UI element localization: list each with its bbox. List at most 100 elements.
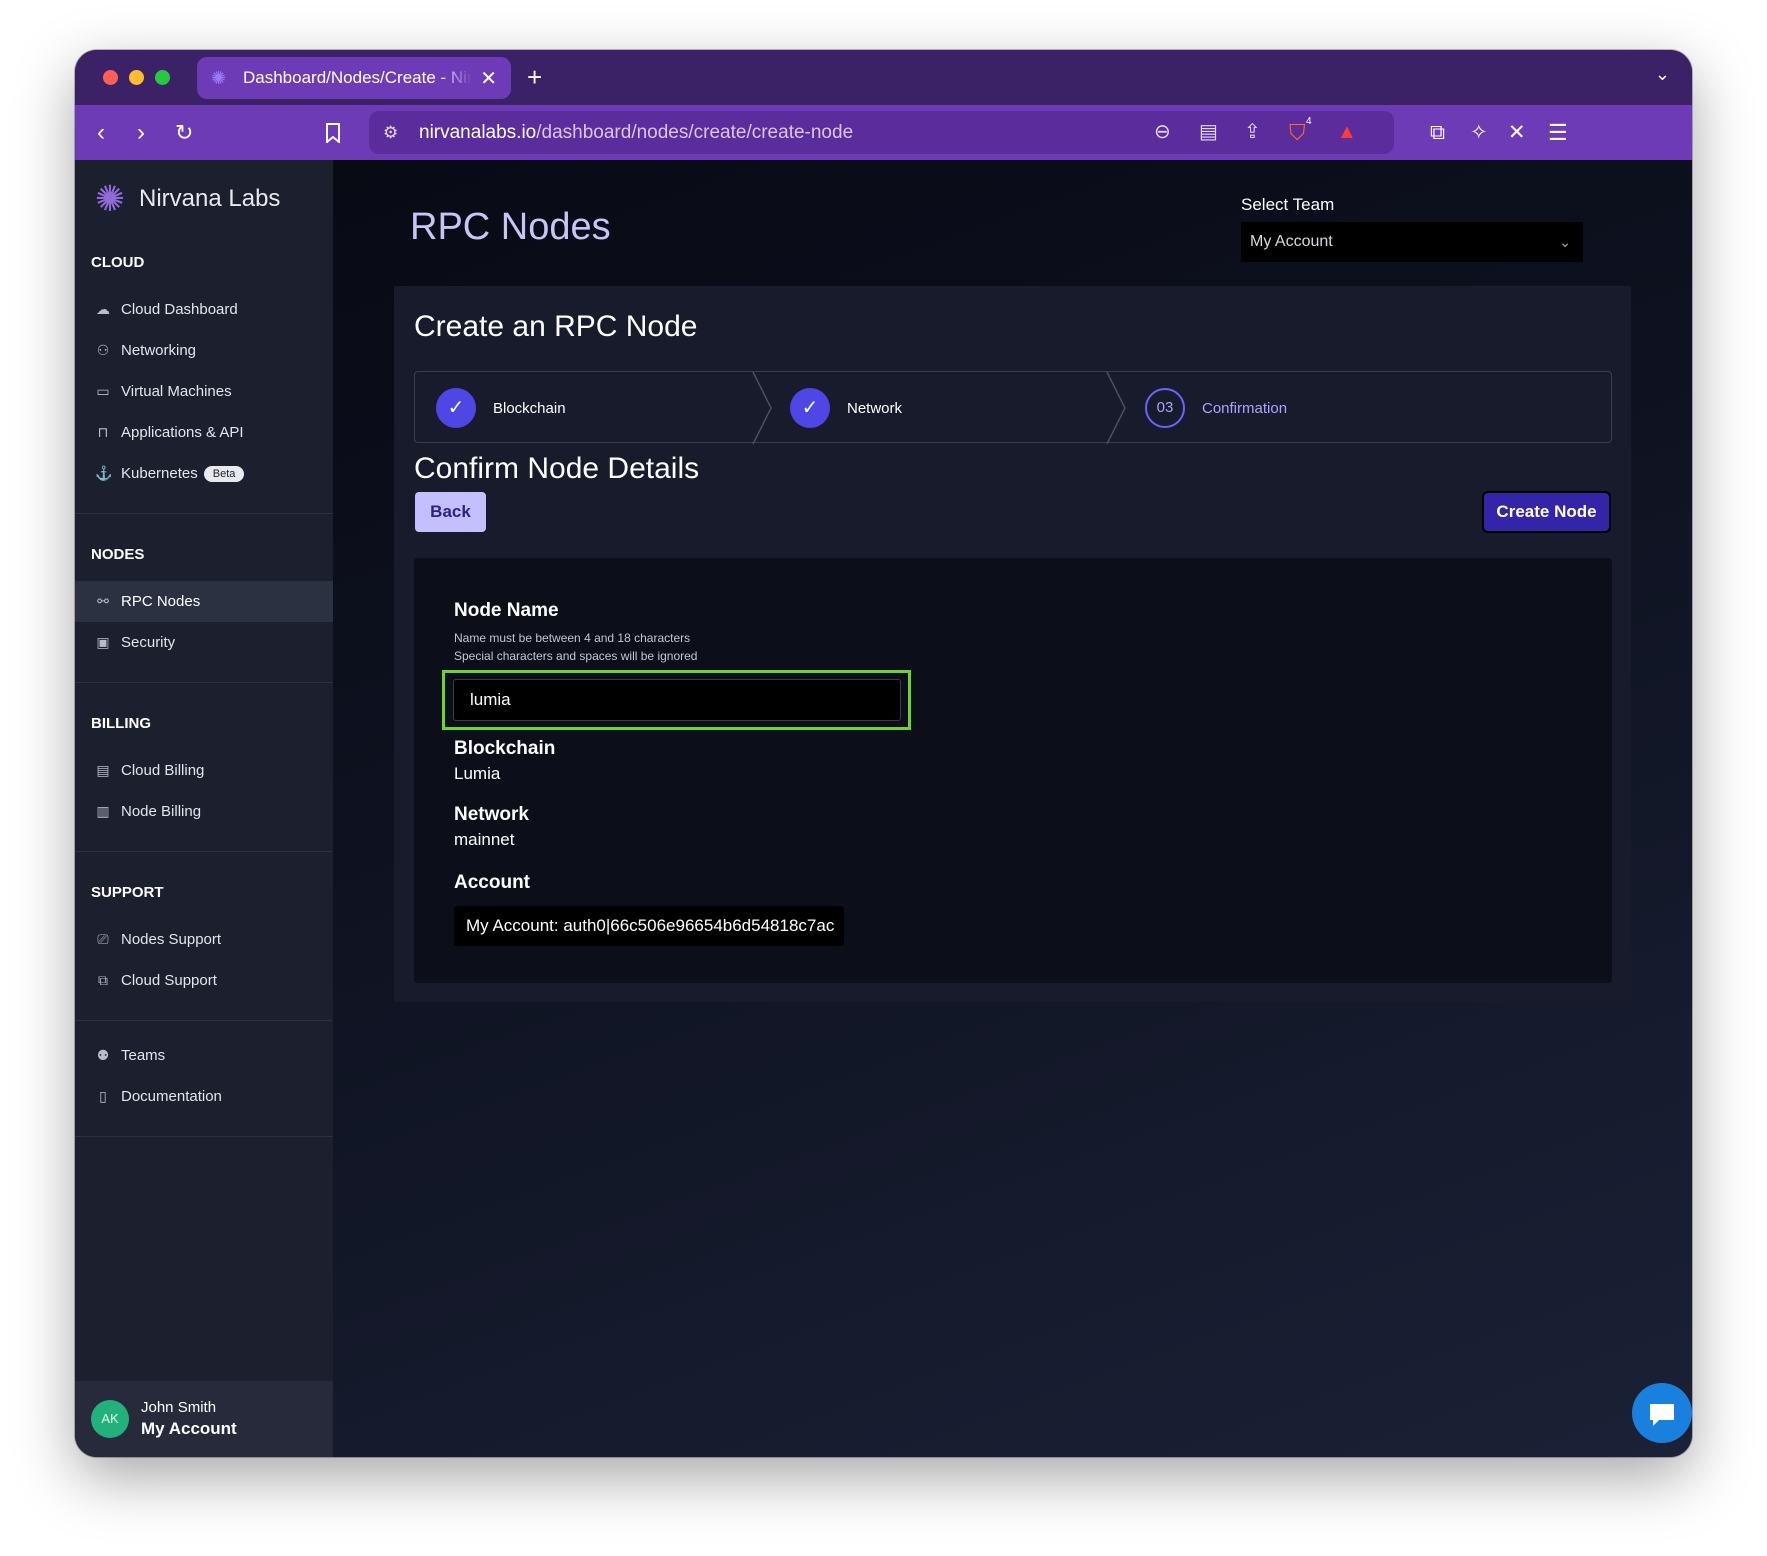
highlight-box bbox=[442, 670, 911, 730]
address-bar[interactable]: ⚙ nirvanalabs.io/dashboard/nodes/create/… bbox=[369, 111, 1394, 154]
team-select-value: My Account bbox=[1250, 233, 1333, 250]
brave-rewards-icon[interactable]: ▲ bbox=[1337, 111, 1357, 154]
sidebar-item-networking[interactable]: ⚇ Networking bbox=[75, 330, 333, 371]
profile-account: My Account bbox=[141, 1419, 237, 1438]
node-name-hint: Name must be between 4 and 18 characters bbox=[454, 631, 691, 645]
card-title: Create an RPC Node bbox=[414, 310, 698, 343]
network-label: Network bbox=[454, 804, 529, 825]
forward-nav-icon[interactable]: › bbox=[137, 105, 145, 160]
confirm-title: Confirm Node Details bbox=[414, 452, 700, 485]
sidebar-item-teams[interactable]: ⚉ Teams bbox=[75, 1035, 333, 1076]
back-nav-icon[interactable]: ‹ bbox=[97, 105, 105, 160]
sidebar-item-applications-api[interactable]: ⊓ Applications & API bbox=[75, 412, 333, 453]
reader-mode-icon[interactable]: ▤ bbox=[1199, 111, 1218, 154]
sidebar-divider bbox=[75, 513, 333, 514]
step-blockchain[interactable]: ✓ Blockchain bbox=[436, 372, 566, 444]
sidebar-divider bbox=[75, 1020, 333, 1021]
menu-icon[interactable]: ☰ bbox=[1548, 105, 1568, 160]
anchor-icon: ⚓ bbox=[95, 465, 113, 481]
step-separator bbox=[752, 372, 772, 444]
nodes-icon: ⚯ bbox=[97, 593, 109, 609]
sidebar-item-node-billing[interactable]: ▥ Node Billing bbox=[75, 791, 333, 832]
chat-alert-icon: ⎚ bbox=[97, 931, 109, 947]
check-icon: ✓ bbox=[790, 388, 830, 428]
sidebar-item-kubernetes[interactable]: ⚓ Kubernetes Beta bbox=[75, 453, 333, 494]
sidebar-item-label: Teams bbox=[121, 1047, 166, 1064]
reload-icon[interactable]: ↻ bbox=[175, 105, 193, 160]
account-label: Account bbox=[454, 872, 530, 893]
sidebar-item-cloud-dashboard[interactable]: ☁ Cloud Dashboard bbox=[75, 289, 333, 330]
node-name-hint: Special characters and spaces will be ig… bbox=[454, 649, 698, 663]
sidebar-divider bbox=[75, 851, 333, 852]
team-select-label: Select Team bbox=[1241, 195, 1335, 214]
user-profile[interactable]: AK John Smith My Account bbox=[75, 1381, 333, 1457]
create-node-card: Create an RPC Node ✓ Blockchain ✓ Networ… bbox=[394, 286, 1631, 1002]
sidebar-item-virtual-machines[interactable]: ▭ Virtual Machines bbox=[75, 371, 333, 412]
profile-text: John Smith My Account bbox=[141, 1399, 237, 1439]
sidebar-item-rpc-nodes[interactable]: ⚯ RPC Nodes bbox=[75, 581, 333, 622]
sidebar-item-documentation[interactable]: ▯ Documentation bbox=[75, 1076, 333, 1117]
check-icon: ✓ bbox=[436, 388, 476, 428]
close-window-button[interactable] bbox=[103, 70, 118, 85]
leo-ai-icon[interactable]: ✧ bbox=[1470, 105, 1488, 160]
team-select[interactable]: My Account ⌄ bbox=[1241, 222, 1583, 262]
profile-name: John Smith bbox=[141, 1399, 217, 1416]
sidebar-divider bbox=[75, 682, 333, 683]
brand[interactable]: ✺ Nirvana Labs bbox=[91, 180, 281, 218]
blockchain-label: Blockchain bbox=[454, 738, 556, 759]
sidebar-item-label: Kubernetes bbox=[121, 465, 198, 482]
node-name-input[interactable] bbox=[453, 679, 901, 721]
main-content: RPC Nodes Select Team My Account ⌄ Creat… bbox=[333, 160, 1692, 1457]
tab-list-chevron-icon[interactable]: ⌄ bbox=[1655, 64, 1670, 85]
share-icon[interactable]: ⇪ bbox=[1244, 111, 1261, 154]
zoom-window-button[interactable] bbox=[155, 70, 170, 85]
shield-count: 4 bbox=[1306, 116, 1312, 127]
step-confirmation[interactable]: 03 Confirmation bbox=[1145, 372, 1287, 444]
minimize-window-button[interactable] bbox=[129, 70, 144, 85]
url-path: /dashboard/nodes/create/create-node bbox=[536, 122, 854, 143]
chat-support-icon[interactable] bbox=[1632, 1383, 1692, 1443]
site-settings-icon[interactable]: ⚙ bbox=[383, 111, 398, 154]
url-host: nirvanalabs.io bbox=[419, 122, 537, 143]
back-button[interactable]: Back bbox=[415, 492, 486, 532]
sidebar-item-label: Node Billing bbox=[121, 803, 202, 820]
step-network[interactable]: ✓ Network bbox=[790, 372, 902, 444]
brave-shield-icon[interactable]: ⛉ bbox=[1289, 111, 1306, 154]
node-details-panel: Node Name Name must be between 4 and 18 … bbox=[414, 558, 1612, 983]
zoom-out-icon[interactable]: ⊖ bbox=[1154, 111, 1171, 154]
sidebar-item-label: Security bbox=[121, 634, 176, 651]
extension-x-icon[interactable]: ✕ bbox=[1508, 105, 1526, 160]
bookmark-icon[interactable] bbox=[325, 105, 341, 160]
create-node-button[interactable]: Create Node bbox=[1482, 491, 1611, 533]
sidebar-item-security[interactable]: ▣ Security bbox=[75, 622, 333, 663]
sidebar-divider bbox=[75, 1136, 333, 1137]
url-text[interactable]: nirvanalabs.io/dashboard/nodes/create/cr… bbox=[419, 111, 853, 154]
network-value: mainnet bbox=[454, 830, 515, 849]
chevron-down-icon: ⌄ bbox=[1559, 234, 1571, 250]
step-separator bbox=[1106, 372, 1126, 444]
sidebar: ✺ Nirvana Labs CLOUD ☁ Cloud Dashboard ⚇… bbox=[75, 160, 333, 1457]
copy-icon: ⧉ bbox=[98, 972, 108, 988]
step-label: Network bbox=[847, 399, 903, 417]
sidebar-item-cloud-support[interactable]: ⧉ Cloud Support bbox=[75, 960, 333, 1001]
new-tab-icon[interactable]: + bbox=[527, 62, 542, 93]
section-heading-billing: BILLING bbox=[91, 715, 151, 732]
step-label: Confirmation bbox=[1202, 399, 1288, 417]
nirvana-favicon-icon: ✺ bbox=[211, 68, 227, 88]
lock-icon: ⊓ bbox=[97, 424, 109, 440]
sidebar-item-cloud-billing[interactable]: ▤ Cloud Billing bbox=[75, 750, 333, 791]
browser-window: ✺ Dashboard/Nodes/Create - Nirvana Labs … bbox=[75, 50, 1692, 1457]
stepper: ✓ Blockchain ✓ Network 03 Confirmation bbox=[414, 371, 1612, 444]
receipt-icon: ▤ bbox=[96, 762, 110, 778]
page-title: RPC Nodes bbox=[410, 206, 611, 248]
extensions-icon[interactable]: ⧉ bbox=[1430, 105, 1445, 160]
tab-close-icon[interactable]: ✕ bbox=[480, 66, 497, 91]
node-name-label: Node Name bbox=[454, 600, 559, 621]
browser-tab[interactable]: ✺ Dashboard/Nodes/Create - Nirvana Labs … bbox=[197, 57, 511, 99]
sidebar-item-nodes-support[interactable]: ⎚ Nodes Support bbox=[75, 919, 333, 960]
sidebar-item-label: Documentation bbox=[121, 1088, 222, 1105]
users-icon: ⚉ bbox=[96, 1047, 110, 1063]
avatar: AK bbox=[91, 1400, 129, 1438]
step-number: 03 bbox=[1145, 388, 1185, 428]
sidebar-item-label: Cloud Billing bbox=[121, 762, 205, 779]
